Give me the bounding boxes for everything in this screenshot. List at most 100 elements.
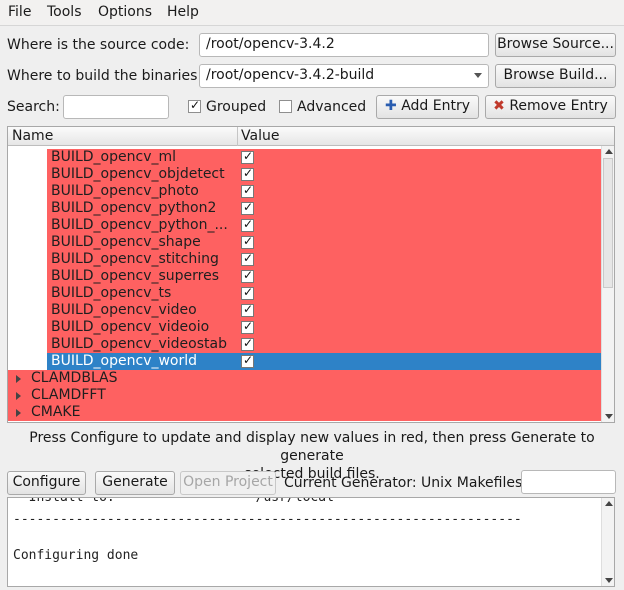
- browse-build-button[interactable]: Browse Build...: [495, 64, 616, 88]
- row-value-checkbox[interactable]: [241, 353, 254, 368]
- search-input[interactable]: [63, 95, 169, 119]
- table-row[interactable]: BUILD_opencv_python_...: [8, 217, 601, 234]
- open-project-button[interactable]: Open Project: [180, 471, 276, 495]
- chevron-right-icon[interactable]: [16, 375, 21, 383]
- row-name: BUILD_opencv_video: [51, 302, 197, 318]
- row-value-checkbox[interactable]: [241, 251, 254, 266]
- group-name: CLAMDBLAS: [31, 370, 118, 386]
- scroll-up-icon[interactable]: [605, 149, 613, 154]
- output-line-0: Install to: /usr/local: [13, 497, 334, 505]
- menu-file[interactable]: File: [8, 4, 31, 20]
- source-input[interactable]: /root/opencv-3.4.2: [199, 33, 489, 57]
- row-name: BUILD_opencv_shape: [51, 234, 201, 250]
- advanced-label: Advanced: [297, 99, 367, 115]
- row-name: BUILD_opencv_objdetect: [51, 166, 225, 182]
- scroll-down-icon[interactable]: [605, 414, 613, 419]
- table-row[interactable]: BUILD_opencv_stitching: [8, 251, 601, 268]
- output-scroll-down-icon[interactable]: [605, 578, 613, 583]
- row-indent: [8, 234, 47, 251]
- table-row[interactable]: BUILD_opencv_videostab: [8, 336, 601, 353]
- table-row[interactable]: BUILD_opencv_shape: [8, 234, 601, 251]
- group-row[interactable]: CMAKE: [8, 404, 601, 421]
- row-value-checkbox[interactable]: [241, 200, 254, 215]
- row-name: BUILD_opencv_python_...: [51, 217, 228, 233]
- browse-source-button[interactable]: Browse Source...: [495, 33, 616, 57]
- row-indent: [8, 302, 47, 319]
- row-name: BUILD_opencv_videostab: [51, 336, 227, 352]
- row-value-checkbox[interactable]: [241, 183, 254, 198]
- row-name: BUILD_opencv_stitching: [51, 251, 219, 267]
- plus-icon: ✚: [385, 98, 397, 114]
- add-entry-button[interactable]: ✚ Add Entry: [376, 95, 479, 119]
- table-row[interactable]: BUILD_opencv_videoio: [8, 319, 601, 336]
- tree-scrollbar[interactable]: [601, 146, 614, 422]
- row-value-checkbox[interactable]: [241, 285, 254, 300]
- value-column-header[interactable]: Value: [241, 128, 279, 144]
- scroll-thumb[interactable]: [603, 158, 613, 288]
- menu-help[interactable]: Help: [167, 4, 199, 20]
- row-indent: [8, 285, 47, 302]
- output-line-3: Configuring done: [13, 548, 139, 563]
- tree-header: Name Value: [8, 127, 614, 146]
- build-combo[interactable]: /root/opencv-3.4.2-build: [199, 64, 489, 88]
- generator-field: [521, 470, 616, 494]
- advanced-checkbox[interactable]: [279, 100, 292, 113]
- table-row[interactable]: BUILD_opencv_python2: [8, 200, 601, 217]
- row-name: BUILD_opencv_photo: [51, 183, 199, 199]
- row-indent: [8, 353, 47, 370]
- table-row[interactable]: BUILD_opencv_video: [8, 302, 601, 319]
- row-indent: [8, 149, 47, 166]
- search-label: Search:: [7, 99, 60, 115]
- table-row[interactable]: BUILD_opencv_photo: [8, 183, 601, 200]
- table-row[interactable]: BUILD_opencv_world: [8, 353, 601, 370]
- add-entry-label: Add Entry: [401, 98, 470, 114]
- row-value-checkbox[interactable]: [241, 336, 254, 351]
- row-name: BUILD_opencv_ts: [51, 285, 172, 301]
- table-row[interactable]: BUILD_opencv_ts: [8, 285, 601, 302]
- cache-tree[interactable]: Name Value BUILD_opencv_mlBUILD_opencv_o…: [7, 126, 615, 423]
- group-name: CMAKE: [31, 404, 81, 420]
- grouped-checkbox[interactable]: [188, 98, 201, 113]
- row-value-checkbox[interactable]: [241, 268, 254, 283]
- row-indent: [8, 336, 47, 353]
- row-value-checkbox[interactable]: [241, 149, 254, 164]
- chevron-right-icon[interactable]: [16, 409, 21, 417]
- output-scroll-up-icon[interactable]: [605, 501, 613, 506]
- row-indent: [8, 251, 47, 268]
- remove-entry-label: Remove Entry: [509, 98, 608, 114]
- row-name: BUILD_opencv_videoio: [51, 319, 210, 335]
- row-value-checkbox[interactable]: [241, 217, 254, 232]
- row-value-checkbox[interactable]: [241, 319, 254, 334]
- row-indent: [8, 166, 47, 183]
- output-line-1: ----------------------------------------…: [13, 512, 522, 527]
- generate-button[interactable]: Generate: [95, 471, 175, 495]
- row-indent: [8, 217, 47, 234]
- row-name: BUILD_opencv_ml: [51, 149, 177, 165]
- chevron-right-icon[interactable]: [16, 392, 21, 400]
- menu-bar: File Tools Options Help: [0, 0, 624, 26]
- row-name: BUILD_opencv_superres: [51, 268, 220, 284]
- row-value-checkbox[interactable]: [241, 166, 254, 181]
- configure-button[interactable]: Configure: [7, 471, 86, 495]
- group-row[interactable]: CLAMDFFT: [8, 387, 601, 404]
- table-row[interactable]: BUILD_opencv_superres: [8, 268, 601, 285]
- build-combo-text: /root/opencv-3.4.2-build: [206, 67, 375, 83]
- output-scrollbar[interactable]: [601, 498, 614, 586]
- row-indent: [8, 183, 47, 200]
- info-line-1: Press Configure to update and display ne…: [29, 430, 595, 464]
- row-value-checkbox[interactable]: [241, 302, 254, 317]
- menu-options[interactable]: Options: [98, 4, 152, 20]
- row-indent: [8, 319, 47, 336]
- row-value-checkbox[interactable]: [241, 234, 254, 249]
- chevron-down-icon: [474, 73, 482, 78]
- row-name: BUILD_opencv_python2: [51, 200, 217, 216]
- output-log[interactable]: Install to: /usr/local -----------------…: [7, 497, 615, 587]
- group-row[interactable]: CLAMDBLAS: [8, 370, 601, 387]
- remove-entry-button[interactable]: ✖ Remove Entry: [485, 95, 616, 119]
- table-row[interactable]: BUILD_opencv_objdetect: [8, 166, 601, 183]
- table-row[interactable]: BUILD_opencv_ml: [8, 149, 601, 166]
- remove-icon: ✖: [493, 98, 505, 114]
- name-column-header[interactable]: Name: [12, 128, 53, 144]
- menu-tools[interactable]: Tools: [47, 4, 82, 20]
- build-label: Where to build the binaries:: [7, 68, 203, 84]
